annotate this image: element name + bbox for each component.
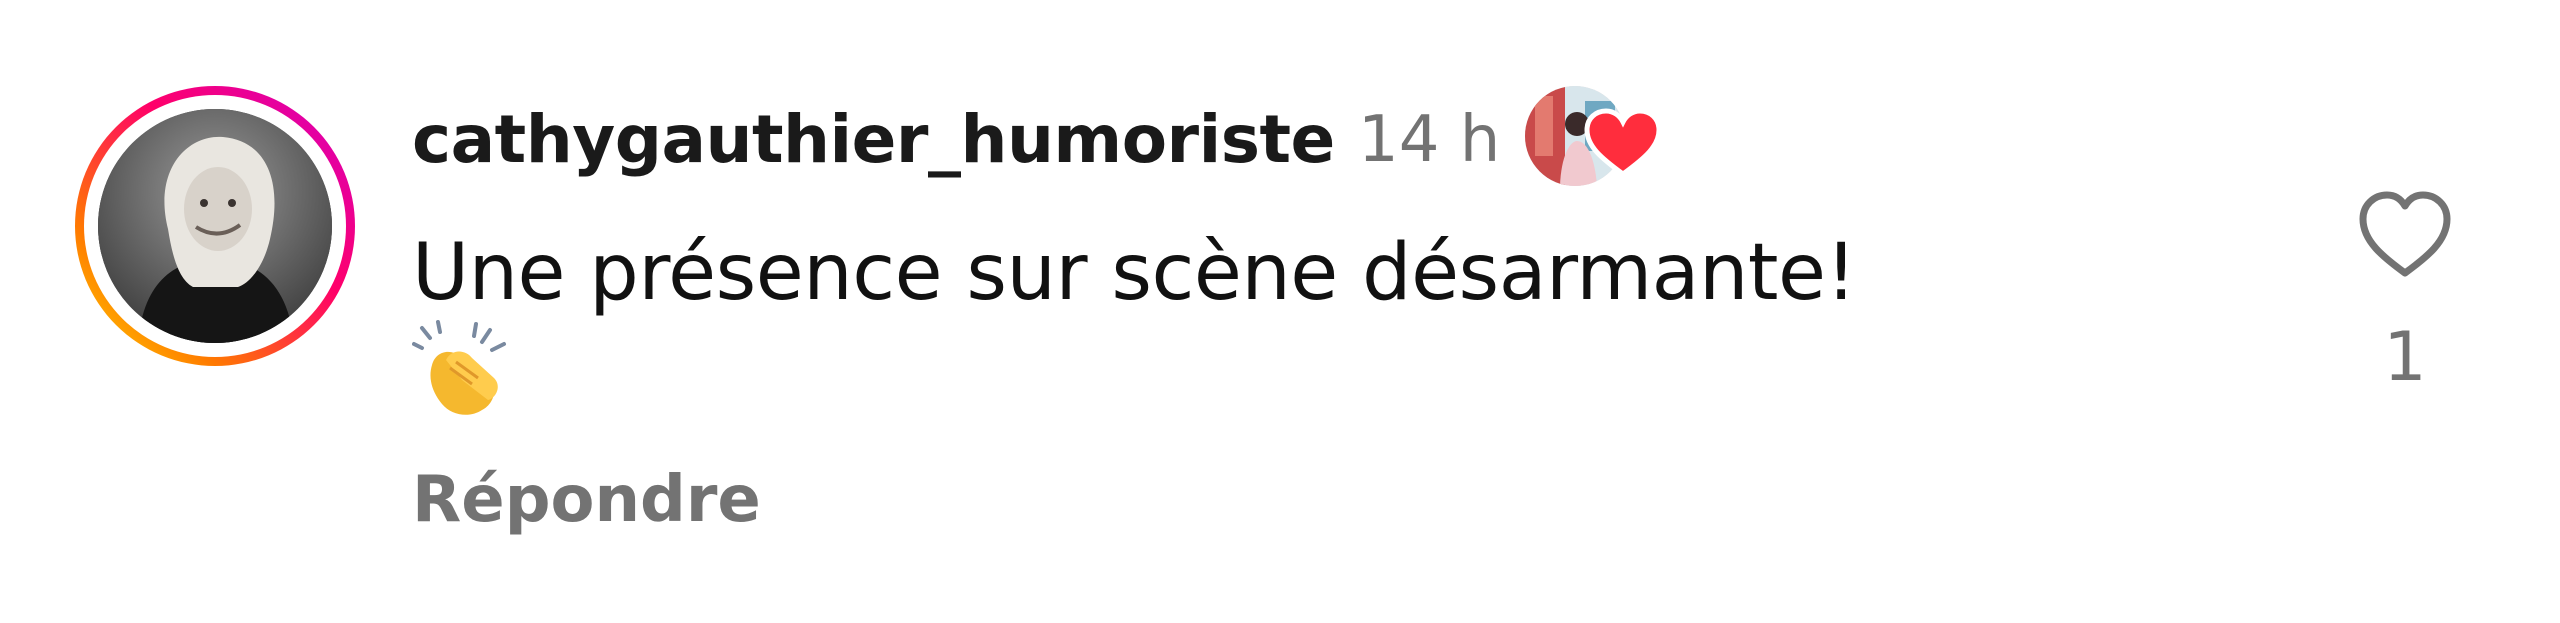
like-count: 1 bbox=[2383, 318, 2427, 397]
comment-item: cathygauthier_humoriste 14 h Une présenc… bbox=[0, 0, 2560, 623]
heart-outline-icon[interactable] bbox=[2355, 185, 2455, 285]
reply-button[interactable]: Répondre bbox=[412, 460, 761, 540]
creator-liked-heart-icon bbox=[1584, 108, 1662, 178]
comment-text: Une présence sur scène désarmante! bbox=[412, 228, 1857, 318]
comment-author-username[interactable]: cathygauthier_humoriste bbox=[412, 100, 1335, 180]
author-avatar[interactable] bbox=[75, 86, 355, 366]
comment-timestamp: 14 h bbox=[1358, 103, 1501, 177]
creator-liked-indicator bbox=[1525, 86, 1685, 186]
clapping-hands-emoji bbox=[412, 320, 506, 415]
profile-photo-avatar bbox=[98, 109, 332, 343]
